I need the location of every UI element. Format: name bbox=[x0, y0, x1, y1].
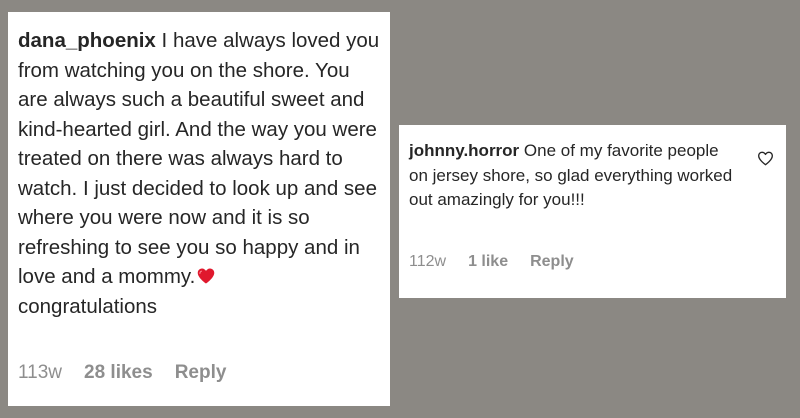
comment-body: dana_phoenix I have always loved you fro… bbox=[18, 26, 380, 321]
comment-meta: 113w 28 likes Reply bbox=[18, 362, 226, 384]
comment-card: johnny.horror One of my favorite people … bbox=[399, 125, 786, 298]
comment-username[interactable]: dana_phoenix bbox=[18, 29, 156, 52]
comment-body: johnny.horror One of my favorite people … bbox=[409, 139, 739, 213]
reply-button[interactable]: Reply bbox=[175, 362, 227, 384]
comment-text-continued: congratulations bbox=[18, 294, 158, 318]
comment-likes[interactable]: 28 likes bbox=[84, 362, 153, 384]
reply-button[interactable]: Reply bbox=[530, 253, 574, 271]
comment-meta: 112w 1 like Reply bbox=[409, 253, 574, 271]
heart-outline-icon[interactable] bbox=[757, 151, 774, 166]
comment-text: I have always loved you from watching yo… bbox=[18, 29, 380, 288]
comment-timestamp[interactable]: 113w bbox=[18, 362, 62, 384]
comment-likes[interactable]: 1 like bbox=[468, 253, 508, 271]
comment-timestamp[interactable]: 112w bbox=[409, 253, 446, 271]
comment-card: dana_phoenix I have always loved you fro… bbox=[8, 12, 390, 406]
comment-username[interactable]: johnny.horror bbox=[409, 141, 519, 160]
red-heart-emoji-icon bbox=[198, 268, 215, 284]
